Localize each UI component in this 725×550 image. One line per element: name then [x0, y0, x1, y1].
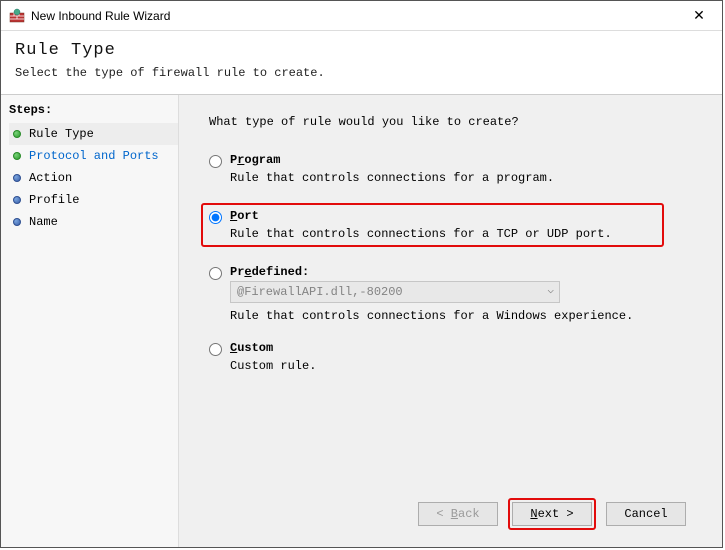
step-rule-type[interactable]: Rule Type	[9, 123, 178, 145]
wizard-window: New Inbound Rule Wizard ✕ Rule Type Sele…	[0, 0, 723, 548]
titlebar: New Inbound Rule Wizard ✕	[1, 1, 722, 31]
option-label: Custom	[230, 341, 704, 355]
option-desc: Rule that controls connections for a pro…	[230, 171, 704, 185]
option-label: Predefined:	[230, 265, 704, 279]
option-label: Port	[230, 209, 656, 223]
predefined-select-wrap: @FirewallAPI.dll,-80200	[230, 279, 560, 305]
step-label: Action	[29, 171, 72, 185]
step-name[interactable]: Name	[9, 211, 178, 233]
header: Rule Type Select the type of firewall ru…	[1, 31, 722, 95]
close-button[interactable]: ✕	[684, 7, 714, 24]
option-port: Port Rule that controls connections for …	[201, 203, 664, 247]
option-desc: Rule that controls connections for a Win…	[230, 309, 704, 323]
prompt-text: What type of rule would you like to crea…	[209, 115, 704, 129]
step-protocol-ports[interactable]: Protocol and Ports	[9, 145, 178, 167]
bullet-icon	[13, 196, 21, 204]
steps-sidebar: Steps: Rule Type Protocol and Ports Acti…	[1, 95, 179, 547]
step-label: Protocol and Ports	[29, 149, 159, 163]
bullet-icon	[13, 174, 21, 182]
step-label: Rule Type	[29, 127, 94, 141]
radio-predefined[interactable]	[209, 267, 222, 280]
option-label: Program	[230, 153, 704, 167]
footer: < Back Next > Cancel	[209, 491, 704, 537]
bullet-icon	[13, 152, 21, 160]
bullet-icon	[13, 130, 21, 138]
option-program: Program Rule that controls connections f…	[209, 153, 704, 185]
step-profile[interactable]: Profile	[9, 189, 178, 211]
option-desc: Custom rule.	[230, 359, 704, 373]
body: Steps: Rule Type Protocol and Ports Acti…	[1, 95, 722, 547]
next-highlight: Next >	[508, 498, 596, 530]
cancel-button[interactable]: Cancel	[606, 502, 686, 526]
step-action[interactable]: Action	[9, 167, 178, 189]
radio-program[interactable]	[209, 155, 222, 168]
firewall-icon	[9, 8, 25, 24]
step-label: Name	[29, 215, 58, 229]
window-title: New Inbound Rule Wizard	[31, 9, 684, 23]
next-button[interactable]: Next >	[512, 502, 592, 526]
main-panel: What type of rule would you like to crea…	[179, 95, 722, 547]
option-desc: Rule that controls connections for a TCP…	[230, 227, 656, 241]
predefined-select: @FirewallAPI.dll,-80200	[230, 281, 560, 303]
page-subtitle: Select the type of firewall rule to crea…	[15, 66, 708, 80]
steps-label: Steps:	[9, 103, 178, 117]
page-title: Rule Type	[15, 41, 708, 60]
option-custom: Custom Custom rule.	[209, 341, 704, 373]
radio-custom[interactable]	[209, 343, 222, 356]
radio-port[interactable]	[209, 211, 222, 224]
option-predefined: Predefined: @FirewallAPI.dll,-80200 Rule…	[209, 265, 704, 323]
bullet-icon	[13, 218, 21, 226]
step-label: Profile	[29, 193, 79, 207]
back-button: < Back	[418, 502, 498, 526]
